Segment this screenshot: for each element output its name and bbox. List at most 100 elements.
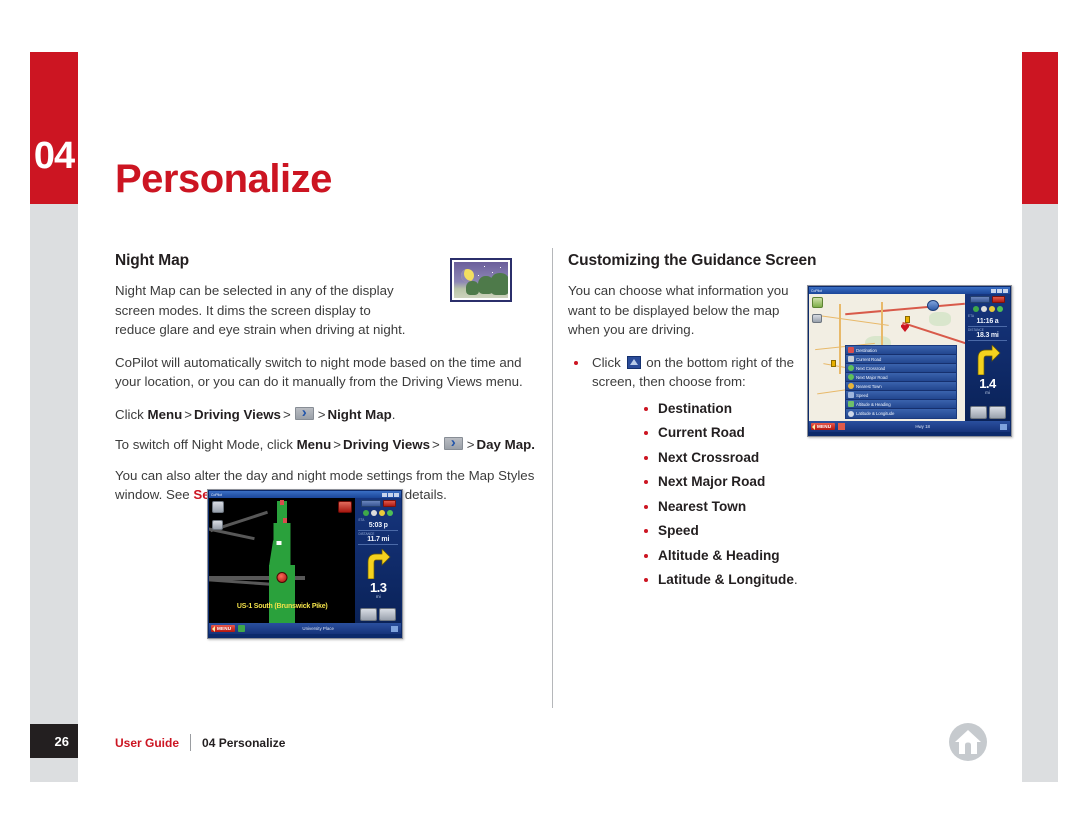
screenshot-body: Destination Current Road Next Crossroad …: [809, 294, 1010, 421]
up-triangle-icon[interactable]: [1000, 423, 1007, 430]
chevron-separator: >: [333, 437, 342, 452]
menu-item[interactable]: Next Major Road: [846, 373, 956, 382]
menu-keyword: Menu: [296, 437, 332, 452]
instruction-click-word: Click: [115, 406, 144, 422]
driving-views-keyword: Driving Views: [343, 437, 431, 452]
list-item[interactable]: Current Road: [644, 421, 818, 446]
guidance-screen-screenshot: CoPilot Destination Current Road Next Cr…: [807, 285, 1012, 437]
chapter-number: 04: [33, 134, 75, 177]
menu-item-label: Nearest Town: [856, 383, 882, 389]
chevron-separator: >: [282, 406, 291, 422]
map-canvas: Destination Current Road Next Crossroad …: [809, 294, 965, 421]
route-button[interactable]: [969, 406, 987, 419]
eta-label: ETA: [968, 314, 974, 318]
up-triangle-icon[interactable]: [391, 625, 398, 632]
menu-item[interactable]: Destination: [846, 346, 956, 355]
footer-chapter-label: 04 Personalize: [202, 735, 286, 750]
right-column: Customizing the Guidance Screen You can …: [568, 252, 818, 593]
chevron-separator: >: [184, 406, 192, 422]
menu-item[interactable]: Latitude & Longitude: [846, 409, 956, 418]
zoom-button[interactable]: [970, 296, 990, 303]
menu-item-label: Latitude & Longitude: [856, 411, 895, 416]
period: .: [793, 572, 798, 587]
guidance-options-list: Destination Current Road Next Crossroad …: [644, 397, 818, 593]
route-button[interactable]: [360, 608, 378, 621]
stop-button[interactable]: [382, 500, 396, 507]
footer-user-guide-label: User Guide: [115, 735, 180, 750]
turn-arrow-icon: [365, 549, 391, 579]
menu-item[interactable]: Speed: [846, 391, 956, 400]
chevron-separator: >: [432, 437, 440, 452]
screenshot-statusbar: MENU University Place: [209, 623, 401, 634]
list-item[interactable]: Altitude & Heading: [644, 544, 818, 569]
view-button[interactable]: [988, 406, 1006, 419]
chevron-separator: >: [466, 437, 475, 452]
side-panel-bottom-buttons: [360, 608, 397, 623]
screenshot-title: CoPilot: [811, 288, 822, 293]
guidance-bullet-list: Click on the bottom right of the screen,…: [568, 353, 818, 392]
list-item[interactable]: Destination: [644, 397, 818, 422]
driving-views-keyword: Driving Views: [194, 406, 281, 422]
warning-icon: [838, 423, 846, 430]
home-icon[interactable]: [948, 722, 988, 762]
night-map-screenshot: CoPilot US-1 South (Brunswick Pike) ETA …: [207, 489, 403, 639]
up-triangle-button-icon: [626, 355, 641, 369]
flag-icon: [848, 347, 854, 353]
chapter-tab-gray: [30, 204, 78, 724]
edge-tab-gray: [1022, 204, 1058, 782]
side-panel-buttons: [970, 294, 1005, 304]
eta-label: ETA: [358, 518, 365, 522]
zoom-button[interactable]: [360, 500, 381, 507]
click-word: Click: [592, 354, 621, 370]
next-arrow-button-icon: [294, 403, 314, 422]
altitude-icon: [848, 401, 854, 407]
guidance-paragraph-1: You can choose what information you want…: [568, 283, 789, 337]
menu-button[interactable]: MENU: [811, 423, 836, 430]
eta-value: 11:16 a: [976, 318, 999, 325]
status-text: Hwy 18: [915, 424, 930, 429]
next-arrow-button-icon: [443, 433, 463, 453]
side-panel-buttons: [360, 498, 396, 508]
list-item[interactable]: Next Major Road: [644, 470, 818, 495]
window-controls: [991, 288, 1008, 293]
night-map-instruction-2: To switch off Night Mode, click Menu > Dri…: [115, 433, 545, 455]
eta-value: 5:03 p: [368, 522, 388, 529]
list-item[interactable]: Nearest Town: [644, 495, 818, 520]
major-road-icon: [848, 374, 854, 380]
menu-keyword: Menu: [147, 406, 183, 422]
screenshot-titlebar: CoPilot: [209, 491, 401, 498]
menu-button[interactable]: MENU: [211, 625, 236, 632]
warning-icon: [379, 510, 386, 516]
stop-button[interactable]: [992, 296, 1005, 303]
document-page: 04 26 Personalize Night Map Night Map ca…: [0, 0, 1080, 834]
side-panel-bottom-buttons: [969, 406, 1006, 421]
gps-status-icon: [238, 625, 246, 632]
turn-distance-value: 1.4: [979, 376, 996, 391]
menu-item[interactable]: Next Crossroad: [846, 364, 956, 373]
screenshot-title: CoPilot: [211, 492, 222, 497]
status-icon-row: [972, 304, 1003, 314]
list-item[interactable]: Next Crossroad: [644, 446, 818, 471]
list-item[interactable]: Latitude & Longitude.: [644, 568, 818, 593]
screenshot-statusbar: MENU Hwy 18: [809, 421, 1010, 432]
gear-icon: [980, 306, 987, 312]
menu-item[interactable]: Nearest Town: [846, 382, 956, 391]
edge-tab-red: [1022, 52, 1058, 204]
menu-item-label: Current Road: [856, 356, 882, 362]
chevron-separator: >: [317, 406, 326, 422]
bullet-intro-rest: on the bottom right of the screen, then …: [592, 354, 795, 390]
list-item[interactable]: Speed: [644, 519, 818, 544]
page-number: 26: [54, 733, 69, 749]
signal-icon: [996, 306, 1003, 312]
night-map-paragraph-2: CoPilot will automatically switch to nig…: [115, 354, 523, 390]
screenshot-body: US-1 South (Brunswick Pike) ETA 5:03 p D…: [209, 498, 401, 623]
menu-item[interactable]: Altitude & Heading: [846, 400, 956, 409]
globe-icon: [848, 410, 854, 417]
page-title: Personalize: [115, 157, 332, 201]
status-icon-row: [363, 508, 394, 518]
menu-item-label: Next Crossroad: [856, 365, 886, 371]
view-button[interactable]: [379, 608, 397, 621]
road-icon: [848, 356, 854, 362]
menu-item[interactable]: Current Road: [846, 355, 956, 364]
footer: User Guide 04 Personalize: [115, 734, 285, 751]
